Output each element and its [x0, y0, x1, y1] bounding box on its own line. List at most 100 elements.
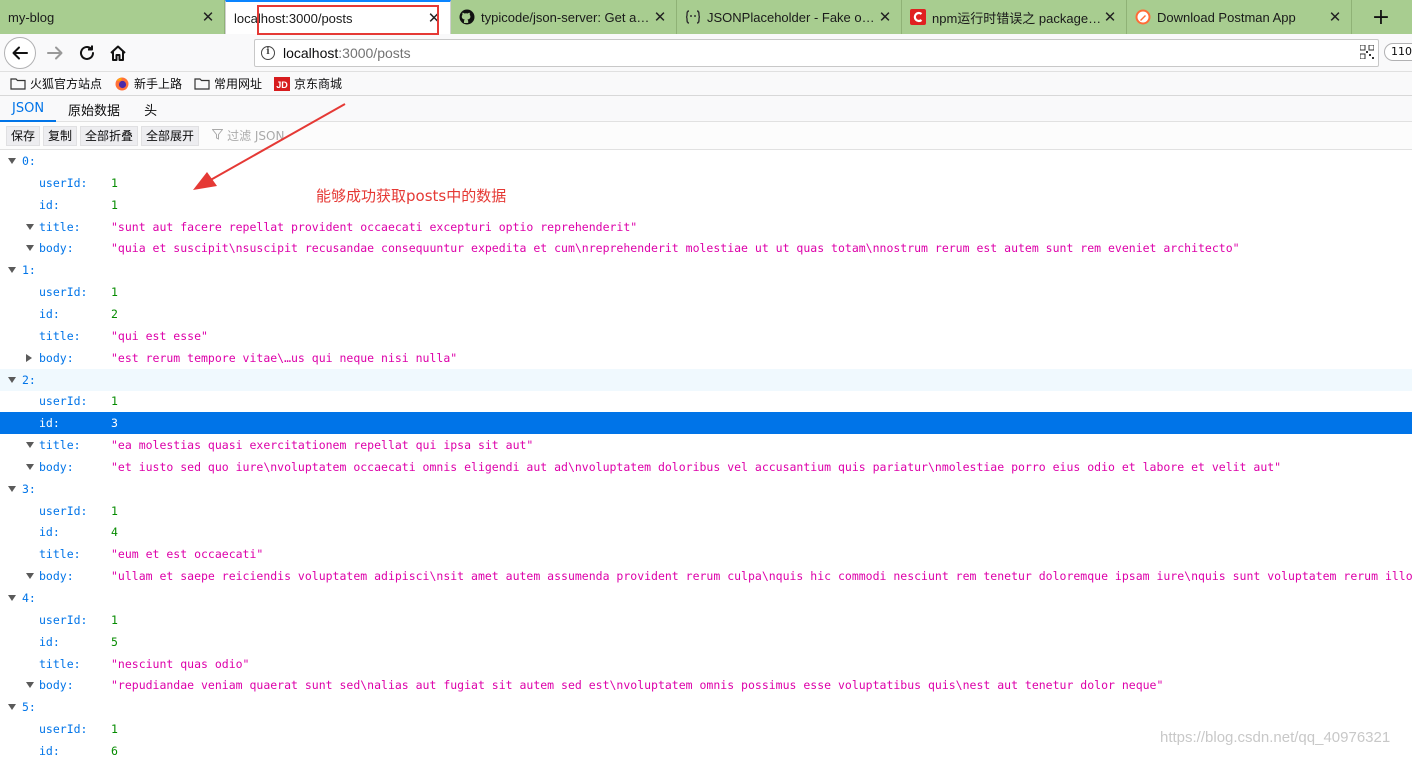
tree-value: 1: [111, 613, 118, 627]
tree-value: 6: [111, 744, 118, 757]
firefox-icon: [114, 77, 130, 91]
bookmark-common-sites[interactable]: 常用网址: [194, 75, 262, 92]
collapse-arrow-icon[interactable]: [8, 377, 16, 383]
info-icon[interactable]: i: [261, 46, 275, 60]
tree-key: userId:: [39, 722, 88, 736]
close-icon[interactable]: ✕: [200, 8, 216, 26]
tree-row[interactable]: userId: 1: [0, 281, 1412, 303]
tree-value: 3: [111, 416, 118, 430]
tree-row[interactable]: body: "quia et suscipit\nsuscipit recusan…: [0, 237, 1412, 259]
tree-key: 5:: [22, 700, 36, 714]
tree-row[interactable]: id: 4: [0, 521, 1412, 543]
back-button[interactable]: [4, 37, 36, 69]
collapse-arrow-icon[interactable]: [26, 573, 34, 579]
save-button[interactable]: 保存: [6, 125, 41, 146]
tree-value: 1: [111, 504, 118, 518]
collapse-arrow-icon[interactable]: [8, 704, 16, 710]
collapse-arrow-icon[interactable]: [26, 682, 34, 688]
home-button[interactable]: [103, 38, 133, 68]
tree-value: "nesciunt quas odio": [111, 657, 250, 671]
tree-row[interactable]: userId: 1: [0, 609, 1412, 631]
tree-row[interactable]: 1:: [0, 259, 1412, 281]
tree-key: title:: [39, 438, 81, 452]
close-icon[interactable]: ✕: [1102, 8, 1118, 26]
collapse-arrow-icon[interactable]: [8, 158, 16, 164]
collapse-arrow-icon[interactable]: [26, 464, 34, 470]
collapse-arrow-icon[interactable]: [8, 486, 16, 492]
forward-button[interactable]: [40, 38, 70, 68]
tree-key: 4:: [22, 591, 36, 605]
zoom-indicator[interactable]: 110%: [1384, 43, 1412, 61]
tree-row[interactable]: id: 3: [0, 412, 1412, 434]
url-highlight-box: [257, 5, 439, 35]
tree-key: body:: [39, 351, 74, 365]
collapse-arrow-icon[interactable]: [26, 245, 34, 251]
tree-row[interactable]: body: "ullam et saepe reiciendis voluptat…: [0, 565, 1412, 587]
tree-value: "eum et est occaecati": [111, 547, 264, 561]
tree-row[interactable]: body: "et iusto sed quo iure\nvoluptatem …: [0, 456, 1412, 478]
tree-row[interactable]: id: 5: [0, 631, 1412, 653]
tab-raw-data[interactable]: 原始数据: [56, 96, 132, 122]
tree-key: title:: [39, 220, 81, 234]
close-icon[interactable]: ✕: [1327, 8, 1343, 26]
tab-json[interactable]: JSON: [0, 96, 57, 122]
tree-row[interactable]: title: "eum et est occaecati": [0, 543, 1412, 565]
tree-key: userId:: [39, 394, 88, 408]
tree-key: userId:: [39, 504, 88, 518]
bookmark-jd[interactable]: JD 京东商城: [274, 75, 342, 92]
tree-row[interactable]: id: 2: [0, 303, 1412, 325]
tree-value: "quia et suscipit\nsuscipit recusandae c…: [111, 241, 1240, 255]
home-icon: [110, 45, 126, 61]
tab-npm-error[interactable]: npm运行时错误之 package.json ✕: [902, 0, 1127, 34]
collapse-arrow-icon[interactable]: [26, 224, 34, 230]
tree-row[interactable]: userId: 1: [0, 390, 1412, 412]
tree-row[interactable]: userId: 1: [0, 500, 1412, 522]
tree-value: "repudiandae veniam quaerat sunt sed\nal…: [111, 678, 1164, 692]
tab-headers[interactable]: 头: [132, 96, 169, 122]
tree-key: body:: [39, 678, 74, 692]
watermark: https://blog.csdn.net/qq_40976321: [1160, 729, 1391, 746]
tree-row[interactable]: body: "repudiandae veniam quaerat sunt se…: [0, 674, 1412, 696]
url-text[interactable]: localhost:3000/posts: [283, 45, 411, 61]
tree-key: userId:: [39, 613, 88, 627]
new-tab-button[interactable]: +: [1352, 0, 1410, 34]
bookmark-firefox-official[interactable]: 火狐官方站点: [10, 75, 102, 92]
collapse-arrow-icon[interactable]: [8, 267, 16, 273]
json-tree: 0: userId: 1 id: 1 title: "sunt aut facere rep…: [0, 150, 1412, 757]
tree-key: 3:: [22, 482, 36, 496]
url-path: :3000/posts: [338, 45, 411, 61]
collapse-all-button[interactable]: 全部折叠: [80, 125, 139, 146]
jsonplaceholder-icon: [685, 9, 701, 25]
tab-postman[interactable]: Download Postman App ✕: [1127, 0, 1352, 34]
tree-row[interactable]: 5:: [0, 696, 1412, 718]
tab-my-blog[interactable]: my-blog ✕: [0, 0, 225, 34]
reload-button[interactable]: [72, 38, 102, 68]
expand-arrow-icon[interactable]: [26, 354, 32, 362]
close-icon[interactable]: ✕: [877, 8, 893, 26]
bookmark-label: 常用网址: [214, 77, 263, 91]
tree-value: 1: [111, 176, 118, 190]
tree-key: 2:: [22, 373, 36, 387]
tree-row[interactable]: 4:: [0, 587, 1412, 609]
tab-title: npm运行时错误之 package.json: [932, 10, 1102, 26]
tree-value: 1: [111, 198, 118, 212]
tree-value: 4: [111, 525, 118, 539]
url-bar[interactable]: i localhost:3000/posts: [254, 39, 1379, 67]
tree-key: 0:: [22, 154, 36, 168]
tree-row[interactable]: 2:: [0, 369, 1412, 391]
close-icon[interactable]: ✕: [652, 8, 668, 26]
tree-key: id:: [39, 307, 60, 321]
tree-row[interactable]: 3:: [0, 478, 1412, 500]
tree-row[interactable]: title: "qui est esse": [0, 325, 1412, 347]
tree-row[interactable]: title: "ea molestias quasi exercitationem…: [0, 434, 1412, 456]
copy-button[interactable]: 复制: [43, 125, 78, 146]
tree-row[interactable]: title: "nesciunt quas odio": [0, 653, 1412, 675]
tab-jsonplaceholder[interactable]: JSONPlaceholder - Fake online REST API ✕: [677, 0, 902, 34]
tree-row[interactable]: title: "sunt aut facere repellat providen…: [0, 216, 1412, 238]
collapse-arrow-icon[interactable]: [8, 595, 16, 601]
tab-json-server[interactable]: typicode/json-server: Get a full fake RE…: [451, 0, 677, 34]
tree-row[interactable]: body: "est rerum tempore vitae\…us qui ne…: [0, 347, 1412, 369]
collapse-arrow-icon[interactable]: [26, 442, 34, 448]
bookmark-getting-started[interactable]: 新手上路: [114, 75, 182, 92]
qr-code-icon[interactable]: [1359, 44, 1375, 60]
